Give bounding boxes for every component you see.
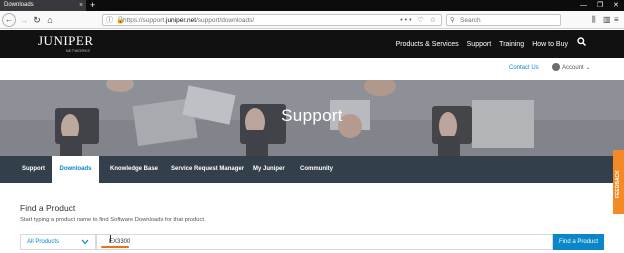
nav-products-services[interactable]: Products & Services xyxy=(396,41,459,48)
search-placeholder: Search xyxy=(460,17,481,24)
nav-support[interactable]: Support xyxy=(467,41,492,48)
page-actions-icon[interactable]: ••• ♡ ☆ xyxy=(400,15,438,26)
find-product-title: Find a Product xyxy=(20,203,76,213)
subnav-service-request-manager[interactable]: Service Request Manager xyxy=(171,156,244,183)
feedback-tab[interactable]: FEEDBACK xyxy=(613,150,624,214)
juniper-logo[interactable]: JUNIPER xyxy=(38,34,94,48)
feedback-label: FEEDBACK xyxy=(615,170,621,198)
support-subnav: Support Downloads Knowledge Base Service… xyxy=(0,156,624,183)
chevron-down-icon: ⌄ xyxy=(585,65,591,71)
chevron-down-icon xyxy=(81,239,89,245)
subnav-community[interactable]: Community xyxy=(300,156,333,183)
contact-us-link[interactable]: Contact Us xyxy=(509,65,539,71)
browser-search-input[interactable]: ⚲ Search xyxy=(446,14,561,26)
tab-title: Downloads xyxy=(4,2,34,8)
account-label: Account xyxy=(562,65,584,71)
subnav-my-juniper[interactable]: My Juniper xyxy=(253,156,285,183)
site-header: JUNIPER NETWORKS Products & Services Sup… xyxy=(0,30,624,58)
logo-subtitle: NETWORKS xyxy=(66,49,91,53)
close-window-button[interactable]: ✕ xyxy=(613,0,619,11)
subnav-downloads[interactable]: Downloads xyxy=(52,156,99,183)
find-product-description: Start typing a product name to find Soft… xyxy=(20,217,206,223)
browser-nav-bar: ← → ↻ ⌂ ⓘ 🔒 https://support.juniper.net/… xyxy=(0,11,624,29)
new-tab-button[interactable]: + xyxy=(90,0,95,10)
home-icon[interactable]: ⌂ xyxy=(43,13,57,27)
product-category-select[interactable]: All Products xyxy=(20,234,96,250)
menu-icon[interactable]: ≡ xyxy=(614,13,619,27)
select-value: All Products xyxy=(27,239,60,245)
maximize-button[interactable]: ❐ xyxy=(597,0,603,11)
info-icon[interactable]: ⓘ xyxy=(106,15,113,26)
nav-training[interactable]: Training xyxy=(499,41,524,48)
sidebar-icon[interactable]: ▥ xyxy=(603,13,611,27)
search-icon: ⚲ xyxy=(450,17,455,24)
utility-row: Contact Us Account ⌄ xyxy=(0,58,624,80)
user-icon xyxy=(552,63,560,72)
main-nav: Products & Services Support Training How… xyxy=(396,30,568,58)
back-arrow-icon[interactable]: ← xyxy=(2,13,16,27)
search-icon[interactable] xyxy=(577,37,586,49)
tab-close-icon[interactable]: × xyxy=(79,0,83,11)
account-menu[interactable]: Account ⌄ xyxy=(552,63,590,73)
nav-how-to-buy[interactable]: How to Buy xyxy=(532,41,568,48)
url-text[interactable]: https://support.juniper.net/support/down… xyxy=(123,15,254,26)
browser-tab-bar: Downloads × + — ❐ ✕ xyxy=(0,0,624,11)
hero-title: Support xyxy=(281,106,343,125)
library-icon[interactable]: ⫼ xyxy=(592,13,596,27)
reload-icon[interactable]: ↻ xyxy=(30,13,44,27)
product-search-input[interactable]: EX3300 xyxy=(96,234,553,250)
subnav-knowledge-base[interactable]: Knowledge Base xyxy=(110,156,158,183)
browser-tab[interactable]: Downloads × xyxy=(0,0,86,11)
minimize-button[interactable]: — xyxy=(580,0,587,11)
spellcheck-underline xyxy=(101,246,129,248)
subnav-support[interactable]: Support xyxy=(22,156,45,183)
forward-arrow-icon[interactable]: → xyxy=(17,13,31,27)
url-bar[interactable]: ⓘ 🔒 https://support.juniper.net/support/… xyxy=(102,14,442,26)
hero-banner: Support xyxy=(0,80,624,156)
find-product-button[interactable]: Find a Product xyxy=(553,234,604,250)
